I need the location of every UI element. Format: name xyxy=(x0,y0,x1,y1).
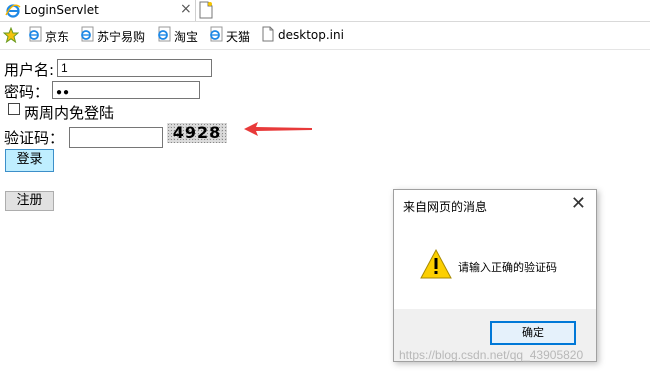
favorite-label: 淘宝 xyxy=(174,30,199,44)
dialog-ok-button[interactable]: 确定 xyxy=(490,321,576,345)
login-button[interactable]: 登录 xyxy=(5,149,54,172)
watermark: https://blog.csdn.net/qq_43905820 xyxy=(399,348,584,362)
dialog-title: 来自网页的消息 xyxy=(403,200,488,214)
file-icon xyxy=(262,26,274,42)
dialog-message: 请输入正确的验证码 xyxy=(458,261,557,274)
ie-icon xyxy=(158,26,171,42)
remember-checkbox[interactable] xyxy=(8,103,20,115)
username-value: 1 xyxy=(61,61,68,75)
tab-close-icon[interactable]: × xyxy=(180,1,192,17)
red-arrow-annotation xyxy=(244,122,312,136)
tab-title: LoginServlet xyxy=(24,3,99,17)
favorite-label: 苏宁易购 xyxy=(97,30,146,44)
ie-icon xyxy=(5,3,21,23)
register-button[interactable]: 注册 xyxy=(5,191,54,211)
warning-icon xyxy=(419,248,453,284)
dialog-close-icon[interactable]: ✕ xyxy=(571,193,586,214)
favorite-label: desktop.ini xyxy=(278,28,344,42)
remember-label: 两周内免登陆 xyxy=(24,104,115,122)
active-tab[interactable]: LoginServlet × xyxy=(0,0,196,21)
favorites-bar: 京东 苏宁易购 淘宝 天猫 desktop.ini xyxy=(0,22,650,50)
username-label: 用户名: xyxy=(4,61,55,79)
favorites-star-icon[interactable] xyxy=(2,26,20,47)
favorite-label: 京东 xyxy=(45,30,70,44)
password-label: 密码： xyxy=(4,83,50,101)
favorite-tmall[interactable]: 天猫 xyxy=(208,26,254,44)
ie-icon xyxy=(81,26,94,42)
username-input[interactable]: 1 xyxy=(57,59,212,77)
password-input[interactable]: ●● xyxy=(52,81,200,99)
favorite-desktop-ini[interactable]: desktop.ini xyxy=(260,26,360,44)
ie-icon xyxy=(210,26,223,42)
captcha-label: 验证码： xyxy=(4,129,65,147)
new-tab-icon[interactable] xyxy=(198,1,214,19)
ie-icon xyxy=(29,26,42,42)
favorite-suning[interactable]: 苏宁易购 xyxy=(79,26,151,44)
tab-bar: LoginServlet × xyxy=(0,0,650,22)
favorite-jd[interactable]: 京东 xyxy=(27,26,75,44)
alert-dialog: 来自网页的消息 ✕ 请输入正确的验证码 确定 xyxy=(393,189,597,362)
password-mask: ●● xyxy=(56,87,71,98)
favorite-taobao[interactable]: 淘宝 xyxy=(156,26,202,44)
favorite-label: 天猫 xyxy=(226,30,251,44)
captcha-input[interactable] xyxy=(69,127,163,148)
captcha-image[interactable]: 4928 xyxy=(167,123,227,143)
